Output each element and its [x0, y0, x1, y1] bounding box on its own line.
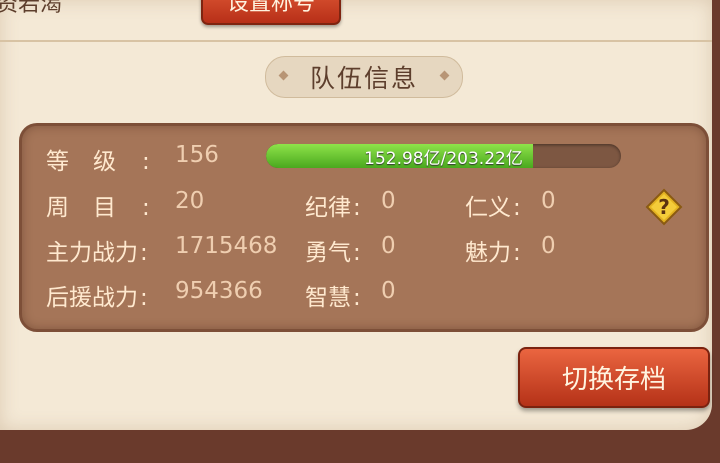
- level-label: 等级:: [46, 149, 150, 175]
- switch-save-button[interactable]: 切换存档: [518, 347, 710, 408]
- exp-progress-text: 152.98亿/203.22亿: [364, 148, 523, 169]
- charm-value: 0: [541, 233, 556, 259]
- divider: [0, 40, 712, 42]
- section-header: 队伍信息: [265, 56, 463, 98]
- discipline-label: 纪律:: [305, 195, 361, 221]
- diamond-ornament-icon: [439, 70, 450, 81]
- main-power-value: 1715468: [175, 233, 278, 259]
- charm-label: 魅力:: [465, 240, 521, 266]
- question-mark-icon[interactable]: ?: [645, 188, 683, 226]
- benevolence-label: 仁义:: [465, 195, 521, 221]
- player-name-text: 资若渴: [0, 0, 63, 17]
- main-power-label: 主力战力:: [46, 240, 148, 266]
- diamond-ornament-icon: [278, 70, 289, 81]
- courage-value: 0: [381, 233, 396, 259]
- discipline-value: 0: [381, 188, 396, 214]
- cycle-value: 20: [175, 188, 205, 214]
- benevolence-value: 0: [541, 188, 556, 214]
- courage-label: 勇气:: [305, 240, 361, 266]
- support-power-label: 后援战力:: [46, 285, 148, 311]
- set-title-button[interactable]: 设置称号: [201, 0, 341, 25]
- support-power-value: 954366: [175, 278, 263, 304]
- wisdom-value: 0: [381, 278, 396, 304]
- cycle-label: 周目:: [46, 195, 150, 221]
- wisdom-label: 智慧:: [305, 285, 361, 311]
- exp-progress-bar: 152.98亿/203.22亿: [266, 144, 621, 168]
- svg-text:?: ?: [658, 195, 670, 219]
- info-page: 资若渴 设置称号 队伍信息 等级: 156 152.98亿/203.22亿 周目…: [0, 0, 712, 430]
- section-title: 队伍信息: [309, 64, 418, 93]
- level-value: 156: [175, 142, 219, 168]
